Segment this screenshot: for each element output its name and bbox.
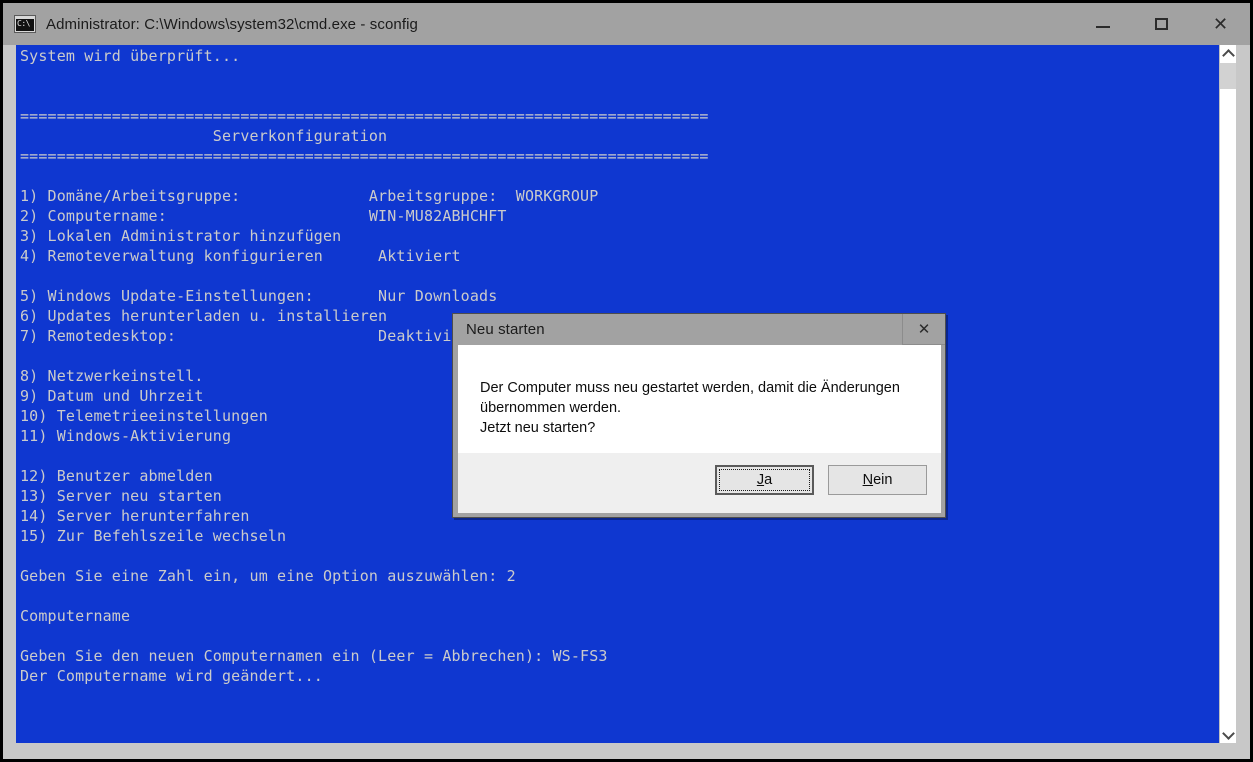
yes-accel-char: J xyxy=(756,472,765,488)
close-icon: ✕ xyxy=(1212,14,1229,34)
close-icon: ✕ xyxy=(917,321,931,338)
yes-rest-chars: a xyxy=(764,472,773,488)
scrollbar-down-button[interactable] xyxy=(1220,726,1236,743)
dialog-message: Der Computer muss neu gestartet werden, … xyxy=(480,380,900,436)
scrollbar-thumb[interactable] xyxy=(1220,63,1236,89)
no-button-label: Nein xyxy=(863,472,893,488)
console-window: Administrator: C:\Windows\system32\cmd.e… xyxy=(0,0,1253,762)
dialog-close-button[interactable]: ✕ xyxy=(902,314,945,345)
yes-button-label: Ja xyxy=(757,472,772,488)
cmd-console-icon xyxy=(14,15,36,33)
yes-button[interactable]: Ja xyxy=(715,465,814,495)
dialog-titlebar: Neu starten ✕ xyxy=(453,314,945,345)
no-rest-chars: ein xyxy=(873,472,893,488)
minimize-button[interactable] xyxy=(1073,3,1132,45)
close-button[interactable]: ✕ xyxy=(1191,3,1250,45)
dialog-body: Der Computer muss neu gestartet werden, … xyxy=(458,345,941,453)
maximize-button[interactable] xyxy=(1132,3,1191,45)
window-title: Administrator: C:\Windows\system32\cmd.e… xyxy=(46,15,418,33)
window-titlebar: Administrator: C:\Windows\system32\cmd.e… xyxy=(3,3,1250,45)
chevron-up-icon xyxy=(1221,48,1235,62)
chevron-down-icon xyxy=(1221,726,1235,740)
no-accel-char: N xyxy=(862,472,874,488)
console-scrollbar[interactable] xyxy=(1219,45,1236,743)
no-button[interactable]: Nein xyxy=(828,465,927,495)
maximize-icon xyxy=(1155,18,1168,30)
minimize-icon xyxy=(1095,26,1110,28)
dialog-footer: Ja Nein xyxy=(458,453,941,513)
restart-dialog: Neu starten ✕ Der Computer muss neu gest… xyxy=(452,313,946,518)
scrollbar-up-button[interactable] xyxy=(1220,45,1236,62)
dialog-title: Neu starten xyxy=(466,321,545,338)
